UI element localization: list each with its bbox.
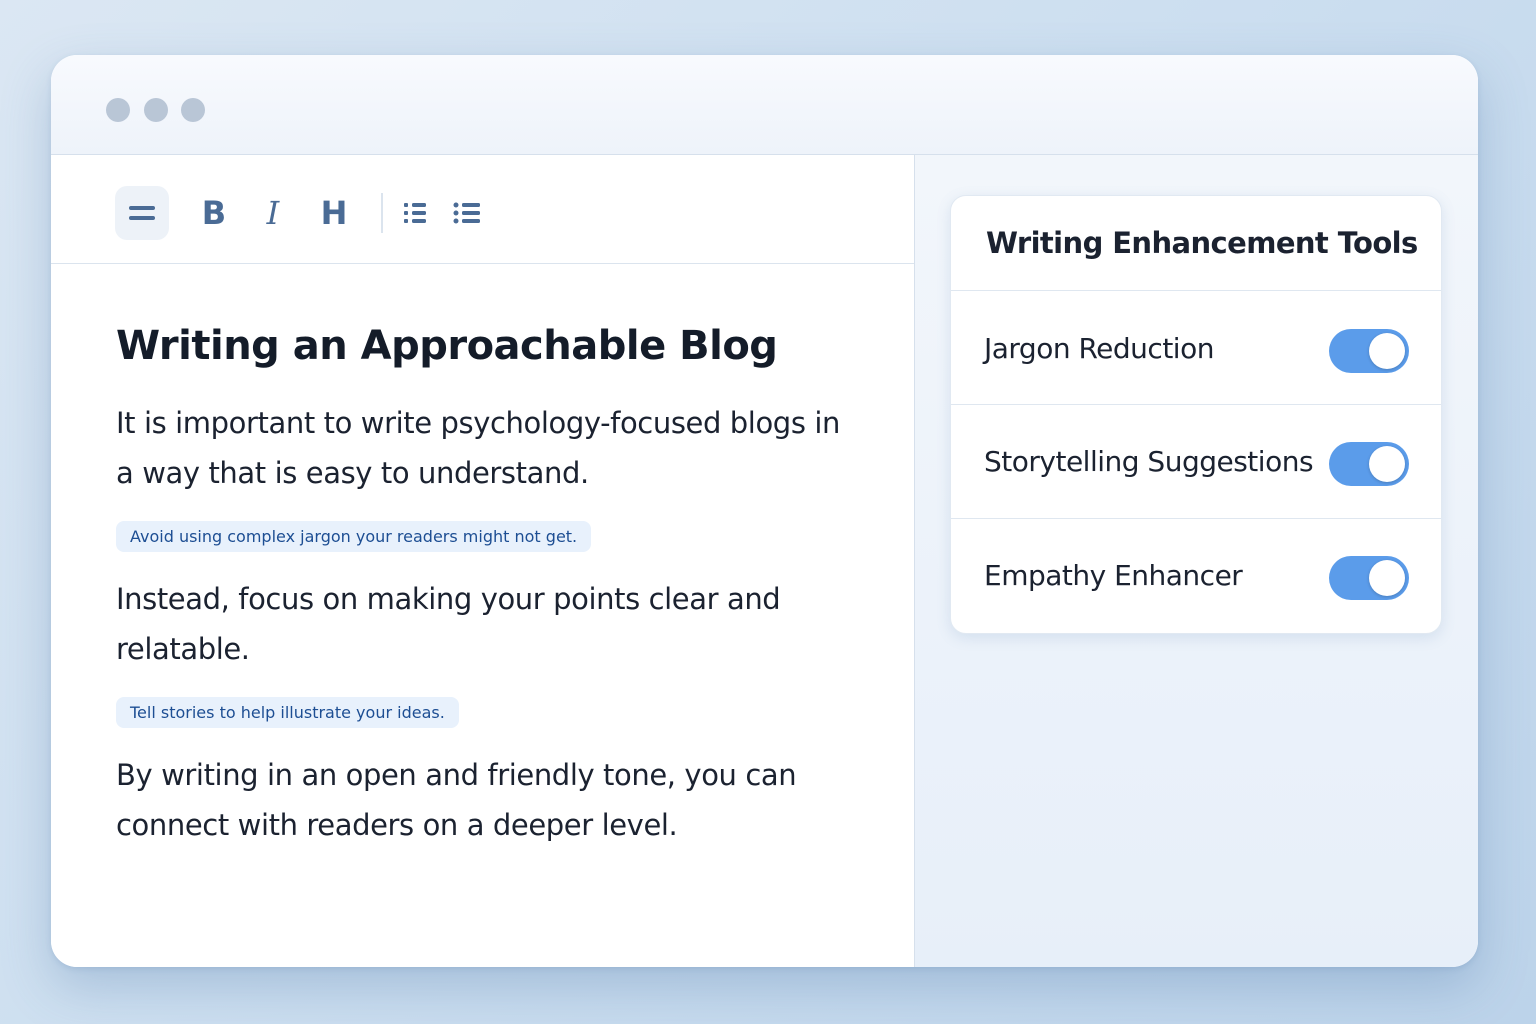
title-bar	[51, 55, 1478, 155]
list-icon	[453, 202, 480, 224]
formatting-toolbar: B I H	[51, 155, 914, 264]
toggle-knob	[1369, 333, 1405, 369]
empathy-enhancer-toggle[interactable]	[1329, 556, 1409, 600]
align-button[interactable]	[115, 186, 169, 240]
window-close-dot[interactable]	[106, 98, 130, 122]
bulleted-list-button[interactable]	[388, 186, 442, 240]
window-maximize-dot[interactable]	[181, 98, 205, 122]
jargon-reduction-toggle[interactable]	[1329, 329, 1409, 373]
highlighted-suggestion-jargon[interactable]: Avoid using complex jargon your readers …	[116, 521, 592, 552]
card-divider	[951, 290, 1441, 291]
toggle-knob	[1369, 560, 1405, 596]
tool-label-storytelling-suggestions: Storytelling Suggestions	[984, 445, 1314, 478]
editor-pane: B I H Writing an Approachable Blog It is…	[51, 155, 914, 967]
list-button[interactable]	[440, 186, 494, 240]
italic-button[interactable]: I	[246, 186, 300, 240]
toggle-knob	[1369, 446, 1405, 482]
equals-icon	[129, 206, 155, 220]
bold-button[interactable]: B	[187, 186, 241, 240]
card-divider	[951, 518, 1441, 519]
document-body[interactable]: Writing an Approachable Blog It is impor…	[116, 320, 876, 850]
heading-label: H	[320, 194, 348, 232]
paragraph-focus[interactable]: Instead, focus on making your points cle…	[116, 574, 836, 674]
window-minimize-dot[interactable]	[144, 98, 168, 122]
app-window: B I H Writing an Approachable Blog It is…	[51, 55, 1478, 967]
tools-sidebar: Writing Enhancement Tools Jargon Reducti…	[915, 155, 1478, 967]
storytelling-suggestions-toggle[interactable]	[1329, 442, 1409, 486]
bold-label: B	[201, 194, 227, 232]
card-divider	[951, 404, 1441, 405]
toolbar-separator	[381, 193, 383, 233]
paragraph-closing[interactable]: By writing in an open and friendly tone,…	[116, 750, 836, 850]
tool-label-empathy-enhancer: Empathy Enhancer	[984, 559, 1243, 592]
enhancement-tools-card: Writing Enhancement Tools Jargon Reducti…	[950, 195, 1442, 634]
tools-card-title: Writing Enhancement Tools	[986, 226, 1418, 260]
paragraph-intro[interactable]: It is important to write psychology-focu…	[116, 398, 856, 498]
document-title[interactable]: Writing an Approachable Blog	[116, 320, 876, 372]
bulleted-list-icon	[404, 203, 426, 223]
highlighted-suggestion-stories[interactable]: Tell stories to help illustrate your ide…	[116, 697, 459, 728]
italic-label: I	[266, 194, 280, 232]
tool-label-jargon-reduction: Jargon Reduction	[984, 332, 1214, 365]
heading-button[interactable]: H	[307, 186, 361, 240]
